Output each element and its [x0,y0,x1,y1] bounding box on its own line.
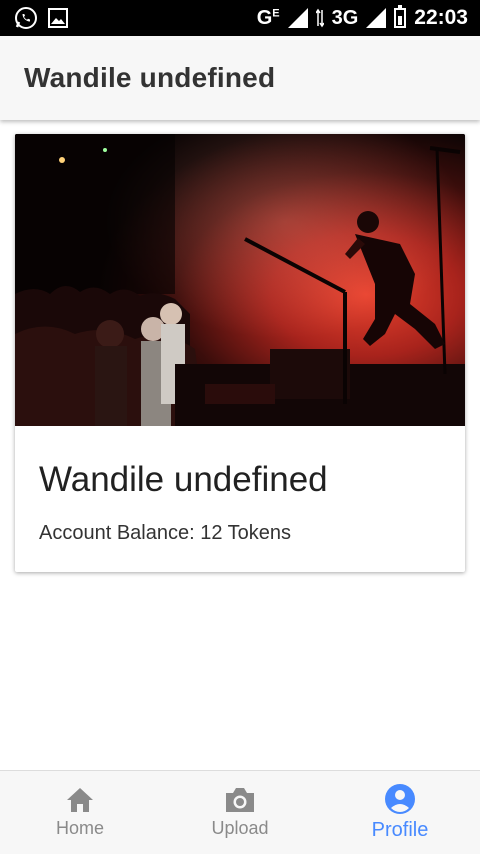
network-type-label: GE [256,6,280,29]
status-bar: GE 3G 22:03 [0,0,480,36]
card-body: Wandile undefined Account Balance: 12 To… [39,460,445,545]
page-title: Wandile undefined [24,62,276,93]
account-balance: Account Balance: 12 Tokens [39,522,292,544]
signal-icon [287,8,308,28]
concert-stage-photo [15,134,465,426]
signal-icon-2 [366,8,387,28]
tab-profile-label: Profile [371,819,429,841]
app-header: Wandile undefined [0,36,480,120]
tab-home[interactable]: Home [0,771,160,854]
battery-icon [394,5,407,28]
network-3g-label: 3G [331,6,359,29]
tab-upload[interactable]: Upload [160,771,320,854]
profile-name: Wandile undefined [39,460,328,499]
home-icon [67,788,93,812]
clock: 22:03 [414,6,468,29]
tab-profile[interactable]: Profile [320,771,480,854]
profile-card: Wandile undefined Account Balance: 12 To… [15,134,465,572]
person-circle-icon [385,784,415,814]
data-arrows-icon [315,8,324,28]
tab-home-label: Home [55,818,104,838]
camera-icon [226,788,254,812]
gallery-icon [48,8,68,28]
tab-upload-label: Upload [211,818,269,838]
whatsapp-icon [15,7,37,29]
tab-bar: Home Upload Profile [0,770,480,854]
